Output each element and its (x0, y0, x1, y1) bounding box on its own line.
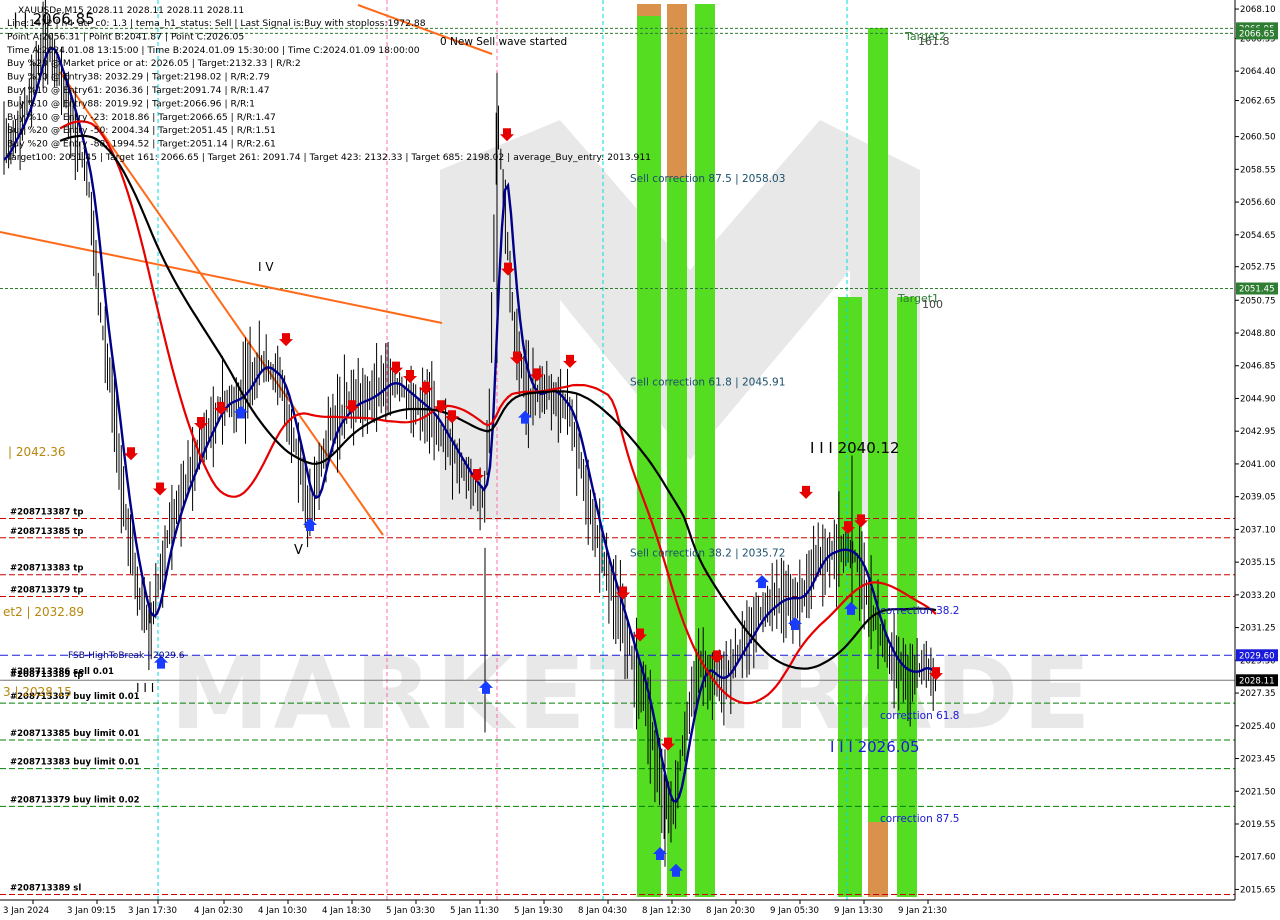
y-tick-label: 2052.75 (1240, 263, 1276, 273)
order-line-label: #208713383 buy limit 0.01 (10, 758, 140, 768)
price-axis: 2068.102066.352064.402062.652060.502058.… (1234, 0, 1280, 900)
zone-bar (667, 4, 687, 178)
x-tick-label: 4 Jan 18:30 (322, 906, 371, 916)
y-tick-label: 2035.15 (1240, 558, 1276, 568)
info-line: Buy %10 @ Entry -23: 2018.86 | Target:20… (7, 112, 276, 123)
x-tick-label: 8 Jan 04:30 (578, 906, 627, 916)
level-label: 0 New Sell wave started (440, 36, 567, 48)
level-label: FSB-HighToBreak | 2029.6 (68, 651, 185, 661)
y-tick-label: 2031.25 (1240, 624, 1276, 634)
level-label: I I I 2026.05 (830, 738, 920, 756)
order-line-label: #208713379 buy limit 0.02 (10, 795, 140, 805)
x-tick-label: 4 Jan 02:30 (194, 906, 243, 916)
y-tick-label: 2050.75 (1240, 296, 1276, 306)
y-tick-label: 2058.55 (1240, 165, 1276, 175)
order-line-label: #208713383 tp (10, 564, 83, 574)
order-line-label: #208713385 tp (10, 527, 83, 537)
y-tick-label: 2017.60 (1240, 853, 1276, 863)
y-tick-label: 2015.65 (1240, 885, 1276, 895)
level-label: I I I 2040.12 (810, 439, 900, 457)
info-line: Buy %10 @ Entry61: 2036.36 | Target:2091… (7, 85, 270, 96)
zone-bar (695, 4, 715, 897)
order-line-label: #208713387 tp (10, 507, 83, 517)
x-tick-label: 9 Jan 21:30 (898, 906, 947, 916)
y-tick-label: 2056.60 (1240, 198, 1276, 208)
level-label: I I I (136, 681, 154, 695)
price-chart[interactable]: MARKET TRADE #208713387 tp#208713385 tp#… (0, 0, 1280, 920)
info-line: Line:1472 | h4_atr_c0: 1.3 | tema_h1_sta… (7, 18, 426, 29)
level-label: et2 | 2032.89 (3, 605, 84, 619)
correction-label: correction 61.8 (880, 710, 959, 722)
x-tick-label: 9 Jan 05:30 (770, 906, 819, 916)
y-tick-label: 2054.65 (1240, 231, 1276, 241)
correction-label: Sell correction 61.8 | 2045.91 (630, 377, 785, 389)
x-tick-label: 4 Jan 10:30 (258, 906, 307, 916)
y-tick-label: 2044.90 (1240, 394, 1276, 404)
y-tick-label: 2068.10 (1240, 5, 1276, 15)
y-tick-label: 2042.95 (1240, 427, 1276, 437)
y-tick-label: 2046.85 (1240, 362, 1276, 372)
symbol-line: XAUUSDe,M15 2028.11 2028.11 2028.11 2028… (18, 6, 244, 16)
order-line-label: #208713389 sl (10, 883, 81, 893)
y-tick-label: 2021.50 (1240, 787, 1276, 797)
level-label: | 2042.36 (8, 445, 65, 459)
x-tick-label: 8 Jan 20:30 (706, 906, 755, 916)
stacked-order-label: #208713389 tp (10, 670, 83, 680)
level-label: I V (258, 260, 274, 274)
y-tick-label: 2027.35 (1240, 689, 1276, 699)
order-line-label: #208713385 buy limit 0.01 (10, 729, 140, 739)
info-line: Buy %20 @ Entry -88: 1994.52 | Target:20… (7, 139, 276, 150)
level-label: 161.8 (918, 35, 950, 48)
order-line-label: #208713379 tp (10, 586, 83, 596)
price-tag-label: 2028.11 (1239, 676, 1275, 686)
info-line: Buy %10 @ Entry38: 2032.29 | Target:2198… (7, 72, 270, 83)
x-tick-label: 9 Jan 13:30 (834, 906, 883, 916)
y-tick-label: 2039.05 (1240, 493, 1276, 503)
info-line: Point A:2056.31 | Point B:2041.87 | Poin… (7, 31, 244, 42)
price-tag-label: 2051.45 (1239, 285, 1275, 295)
y-tick-label: 2033.20 (1240, 591, 1276, 601)
info-line: Buy %20 @ Market price or at: 2026.05 | … (7, 58, 301, 69)
y-tick-label: 2062.65 (1240, 97, 1276, 107)
correction-label: Sell correction 87.5 | 2058.03 (630, 173, 785, 185)
level-label: 3 | 2028.15 (3, 685, 72, 699)
x-tick-label: 5 Jan 19:30 (514, 906, 563, 916)
x-tick-label: 5 Jan 11:30 (450, 906, 499, 916)
x-tick-label: 3 Jan 2024 (3, 906, 49, 916)
price-tag-label: 2066.65 (1239, 29, 1275, 39)
level-label: 100 (922, 298, 943, 311)
info-line: Buy %10 @ Entry88: 2019.92 | Target:2066… (7, 98, 255, 109)
price-tag-label: 2029.60 (1239, 651, 1275, 661)
y-tick-label: 2019.55 (1240, 820, 1276, 830)
info-line: Target100: 2051.45 | Target 161: 2066.65… (6, 152, 651, 163)
y-tick-label: 2037.10 (1240, 525, 1276, 535)
zone-bar (637, 4, 661, 16)
y-tick-label: 2048.80 (1240, 329, 1276, 339)
info-line: Buy %20 @ Entry -50: 2004.34 | Target:20… (7, 125, 276, 136)
chart-window: MARKET TRADE #208713387 tp #208713385 tp #… (0, 0, 1280, 920)
level-label: V (294, 543, 303, 558)
y-tick-label: 2064.40 (1240, 67, 1276, 77)
y-tick-label: 2023.45 (1240, 755, 1276, 765)
correction-label: correction 38.2 (880, 605, 959, 617)
correction-label: Sell correction 38.2 | 2035.72 (630, 548, 785, 560)
x-tick-label: 3 Jan 17:30 (128, 906, 177, 916)
y-tick-label: 2041.00 (1240, 460, 1276, 470)
zone-bar (868, 822, 888, 897)
info-line: Time A:2024.01.08 13:15:00 | Time B:2024… (6, 45, 420, 56)
correction-label: correction 87.5 (880, 813, 959, 825)
zone-bar (868, 28, 888, 897)
x-tick-label: 5 Jan 03:30 (386, 906, 435, 916)
x-tick-label: 8 Jan 12:30 (642, 906, 691, 916)
y-tick-label: 2025.40 (1240, 722, 1276, 732)
y-tick-label: 2060.50 (1240, 133, 1276, 143)
x-tick-label: 3 Jan 09:15 (67, 906, 116, 916)
